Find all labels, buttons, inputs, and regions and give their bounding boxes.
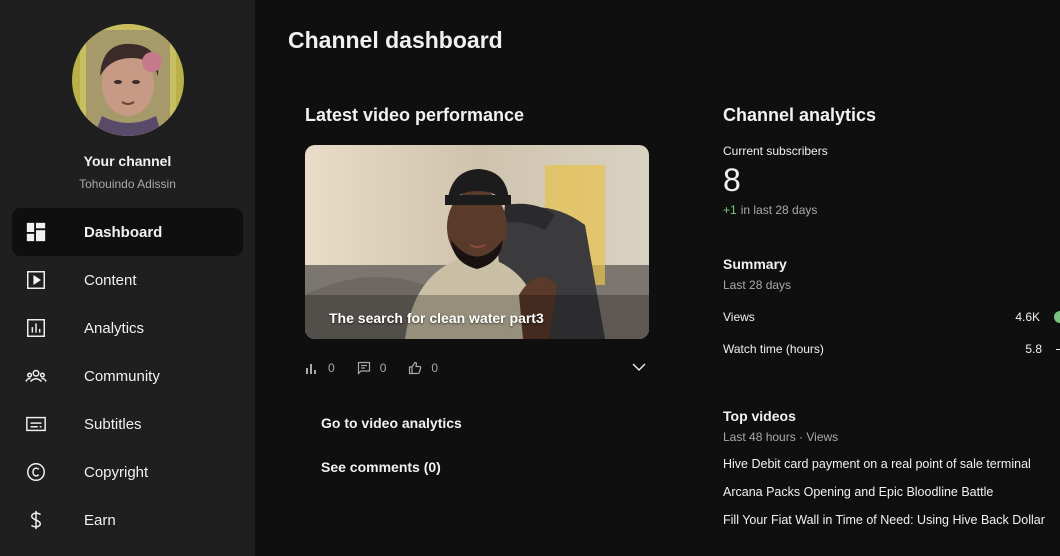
chevron-down-icon [632, 363, 646, 371]
earn-icon [24, 508, 48, 532]
metric-value: 5.8 [1025, 342, 1042, 356]
go-to-video-analytics-button[interactable]: Go to video analytics [309, 405, 474, 441]
metric-label: Watch time (hours) [723, 342, 824, 356]
channel-analytics-title: Channel analytics [723, 105, 877, 125]
content-icon [24, 268, 48, 292]
sidebar: Your channel Tohouindo Adissin Dashboard… [0, 0, 255, 556]
avatar-portrait-icon [72, 24, 184, 136]
latest-video-title: Latest video performance [305, 105, 525, 125]
metric-value: 4.6K [1015, 310, 1040, 324]
trend-flat-icon [1056, 348, 1060, 350]
likes-count: 0 [431, 361, 439, 375]
top-videos-list: Hive Debit card payment on a real point … [723, 450, 1060, 534]
expand-button[interactable] [631, 359, 647, 378]
sidebar-item-label: Content [84, 271, 137, 289]
page-title: Channel dashboard [288, 27, 503, 53]
sidebar-item-dashboard[interactable]: Dashboard [12, 208, 243, 256]
sidebar-item-analytics[interactable]: Analytics [12, 304, 243, 352]
video-title[interactable]: The search for clean water part3 [329, 310, 544, 326]
likes-stat: 0 [408, 361, 438, 375]
sidebar-nav: Dashboard Content Analytics Community Su… [12, 208, 243, 544]
sidebar-item-label: Analytics [84, 319, 145, 337]
sidebar-item-community[interactable]: Community [12, 352, 243, 400]
sidebar-item-content[interactable]: Content [12, 256, 243, 304]
channel-avatar[interactable] [72, 24, 184, 136]
sidebar-item-earn[interactable]: Earn [12, 496, 243, 544]
top-videos-period: Last 48 hours · Views [723, 430, 839, 444]
summary-period: Last 28 days [723, 278, 792, 292]
community-icon [24, 364, 48, 388]
top-videos-title: Top videos [723, 408, 796, 424]
copyright-icon [24, 460, 48, 484]
subscribers-change: +1 in last 28 days [723, 203, 1060, 217]
subscribers-label: Current subscribers [723, 144, 828, 158]
bar-chart-icon [306, 364, 316, 374]
analytics-icon [24, 316, 48, 340]
dashboard-icon [24, 220, 48, 244]
video-thumbnail[interactable]: The search for clean water part3 [305, 145, 649, 339]
subscribers-change-period: in last 28 days [740, 203, 818, 217]
comments-count: 0 [379, 361, 387, 375]
sidebar-item-label: Earn [84, 511, 116, 529]
sidebar-item-copyright[interactable]: Copyright [12, 448, 243, 496]
summary-section: Summary Last 28 days Views 4.6K Watch ti… [723, 256, 1060, 365]
studio-app: Your channel Tohouindo Adissin Dashboard… [0, 0, 1060, 556]
sidebar-item-subtitles[interactable]: Subtitles [12, 400, 243, 448]
sidebar-item-label: Copyright [84, 463, 149, 481]
views-stat: 0 [305, 361, 335, 375]
top-video-item[interactable]: Hive Debit card payment on a real point … [723, 450, 1053, 478]
metric-label: Views [723, 310, 755, 324]
see-comments-button[interactable]: See comments (0) [309, 449, 453, 485]
channel-analytics-card: Channel analytics Current subscribers 8 … [723, 105, 1060, 534]
sidebar-item-label: Subtitles [84, 415, 142, 433]
channel-handle: Tohouindo Adissin [79, 177, 176, 191]
sidebar-item-label: Community [84, 367, 160, 385]
comment-icon [357, 361, 370, 375]
subscribers-change-value: +1 [723, 203, 737, 217]
trend-up-icon [1054, 311, 1060, 323]
top-videos-section: Top videos Last 48 hours · Views Hive De… [723, 408, 1060, 534]
subtitles-icon [24, 412, 48, 436]
video-stats: 0 0 0 [305, 359, 649, 377]
sidebar-item-label: Dashboard [84, 223, 163, 241]
summary-title: Summary [723, 256, 787, 272]
top-video-item[interactable]: Fill Your Fiat Wall in Time of Need: Usi… [723, 506, 1053, 534]
metric-row-watch-time: Watch time (hours) 5.8 [723, 333, 1060, 365]
top-video-item[interactable]: Arcana Packs Opening and Epic Bloodline … [723, 478, 1053, 506]
thumbs-up-icon [409, 361, 422, 375]
latest-video-card: Latest video performance The search for … [305, 105, 649, 485]
comments-stat: 0 [357, 361, 387, 375]
metric-row-views: Views 4.6K [723, 301, 1060, 333]
subscribers-count: 8 [723, 162, 741, 198]
views-count: 0 [328, 361, 335, 375]
channel-name: Your channel [83, 153, 172, 169]
